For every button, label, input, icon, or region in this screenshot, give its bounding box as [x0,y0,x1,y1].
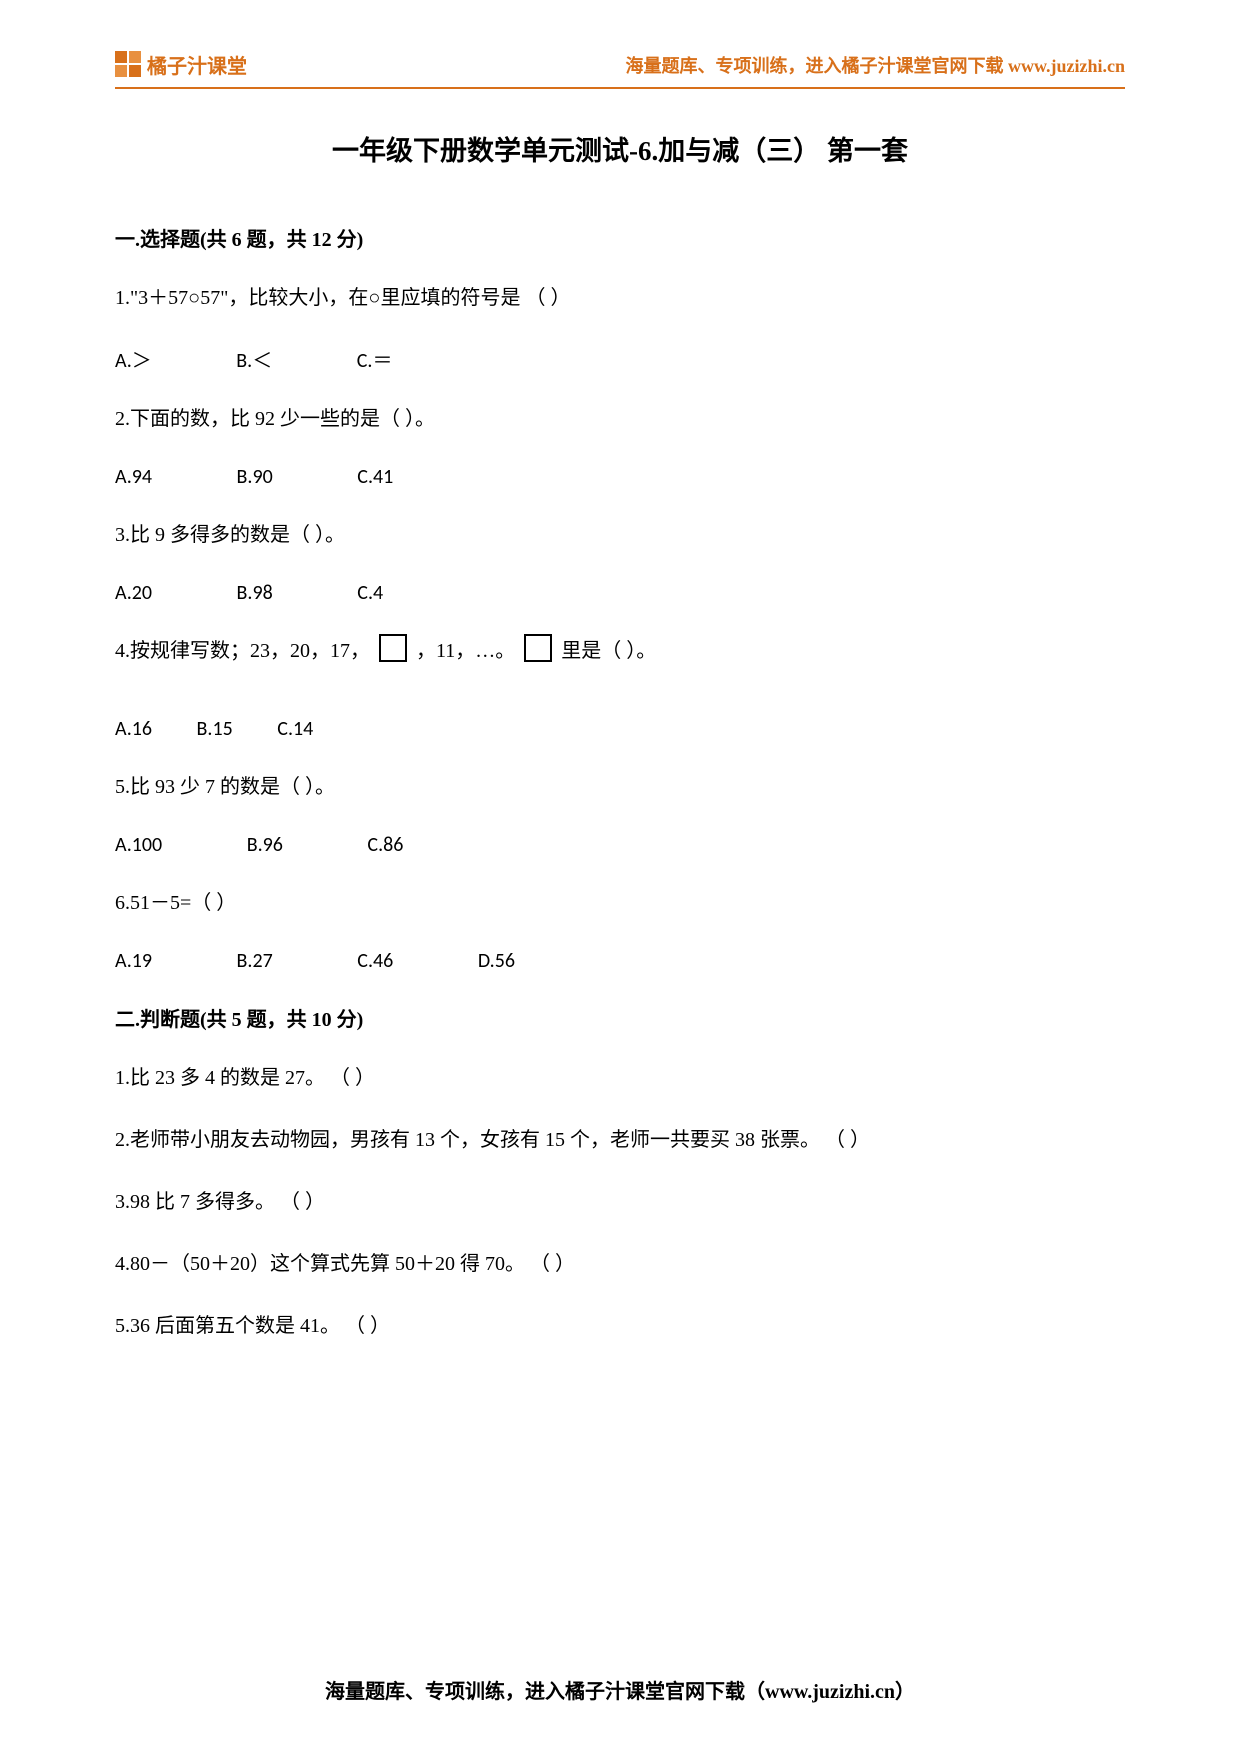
question-3-text: 3.比 9 多得多的数是（ ）。 [115,519,1125,551]
blank-box-icon [379,634,407,662]
judge-2: 2.老师带小朋友去动物园，男孩有 13 个，女孩有 15 个，老师一共要买 38… [115,1124,1125,1156]
q3-option-a: A.20 [115,581,152,605]
judge-4: 4.80－（50＋20）这个算式先算 50＋20 得 70。 （ ） [115,1248,1125,1280]
q5-option-a: A.100 [115,833,162,857]
judge-1: 1.比 23 多 4 的数是 27。 （ ） [115,1062,1125,1094]
q3-option-b: B.98 [237,581,273,605]
question-1-text: 1."3＋57○57"，比较大小，在○里应填的符号是 （ ） [115,282,1125,314]
q6-option-b: B.27 [237,949,273,973]
section-1-heading: 一.选择题(共 6 题，共 12 分) [115,223,1125,252]
q6-option-a: A.19 [115,949,152,973]
q1-option-a: A.＞ [115,344,152,373]
logo-block: 橘子汁课堂 [115,50,247,79]
question-2-text: 2.下面的数，比 92 少一些的是（ ）。 [115,403,1125,435]
q4-suffix: 里是（ ）。 [561,640,656,662]
blank-box-icon [524,634,552,662]
question-5-options: A.100 B.96 C.86 [115,833,1125,857]
q1-option-c: C.＝ [357,344,393,373]
header-tagline: 海量题库、专项训练，进入橘子汁课堂官网下载 www.juzizhi.cn [626,52,1126,78]
q2-option-b: B.90 [237,465,273,489]
document-title: 一年级下册数学单元测试-6.加与减（三） 第一套 [115,129,1125,168]
page-footer: 海量题库、专项训练，进入橘子汁课堂官网下载（www.juzizhi.cn） [0,1675,1240,1704]
q4-prefix: 4.按规律写数；23，20，17， [115,640,370,662]
q2-option-a: A.94 [115,465,152,489]
q2-option-c: C.41 [357,465,393,489]
judge-5: 5.36 后面第五个数是 41。 （ ） [115,1310,1125,1342]
logo-text: 橘子汁课堂 [147,50,247,79]
page-container: 橘子汁课堂 海量题库、专项训练，进入橘子汁课堂官网下载 www.juzizhi.… [0,0,1240,1412]
q4-option-b: B.15 [197,717,233,741]
page-header: 橘子汁课堂 海量题库、专项训练，进入橘子汁课堂官网下载 www.juzizhi.… [115,50,1125,89]
question-6-options: A.19 B.27 C.46 D.56 [115,949,1125,973]
question-6-text: 6.51－5=（ ） [115,887,1125,919]
q5-option-c: C.86 [367,833,403,857]
q4-option-c: C.14 [277,717,313,741]
question-4-text: 4.按规律写数；23，20，17， ，11，…。 里是（ ）。 [115,635,1125,667]
q6-option-c: C.46 [357,949,393,973]
question-5-text: 5.比 93 少 7 的数是（ ）。 [115,771,1125,803]
question-4-options: A.16 B.15 C.14 [115,717,1125,741]
q4-mid: ，11，…。 [416,640,515,662]
q6-option-d: D.56 [478,949,515,973]
question-3-options: A.20 B.98 C.4 [115,581,1125,605]
question-1-options: A.＞ B.＜ C.＝ [115,344,1125,373]
q3-option-c: C.4 [357,581,383,605]
section-2-heading: 二.判断题(共 5 题，共 10 分) [115,1003,1125,1032]
judge-3: 3.98 比 7 多得多。 （ ） [115,1186,1125,1218]
q4-option-a: A.16 [115,717,152,741]
q1-option-b: B.＜ [236,344,272,373]
q5-option-b: B.96 [247,833,283,857]
logo-icon [115,51,143,79]
question-2-options: A.94 B.90 C.41 [115,465,1125,489]
